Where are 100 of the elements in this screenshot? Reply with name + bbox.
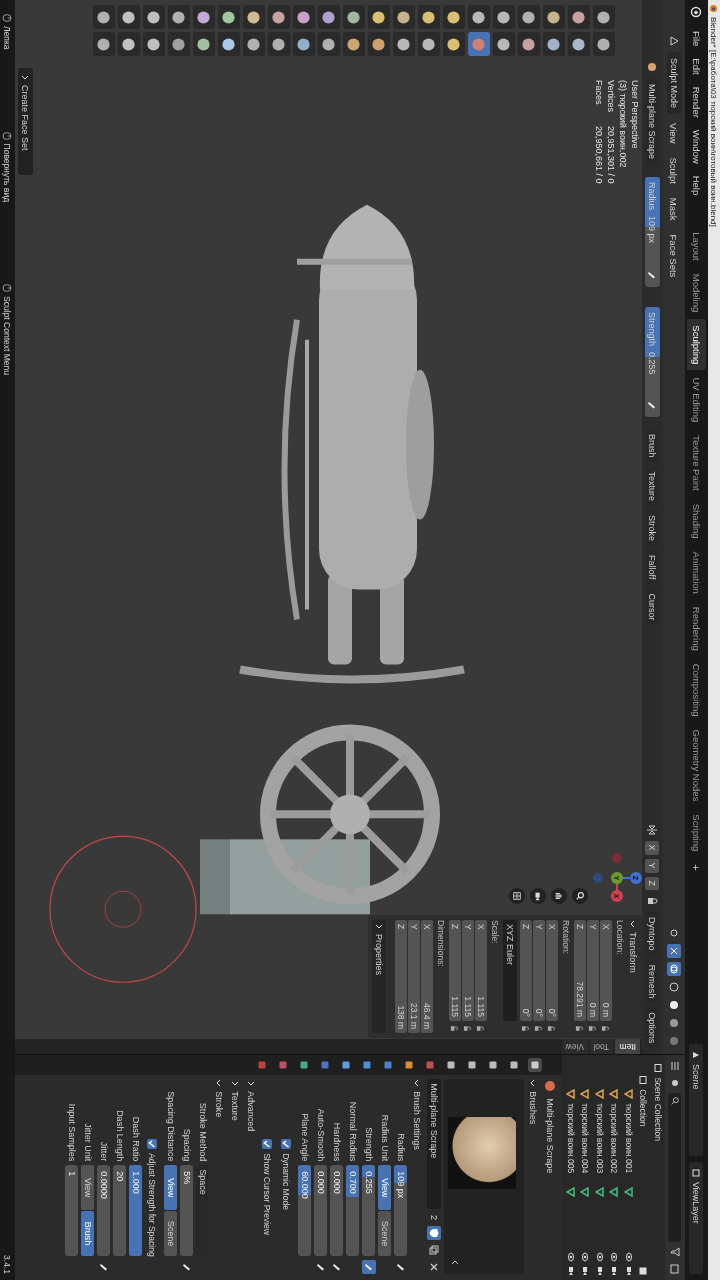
number-field[interactable]: 1 xyxy=(65,1165,79,1256)
search-field[interactable] xyxy=(668,1093,682,1242)
number-field[interactable]: 0.700 xyxy=(346,1165,360,1256)
brush-dropdown[interactable]: Multi-plane Scrape xyxy=(645,78,660,166)
toggle-option[interactable]: View xyxy=(164,1165,178,1211)
toggle-option[interactable]: Scene xyxy=(164,1211,178,1256)
outliner-item[interactable]: Collection xyxy=(638,1089,649,1262)
toggle-option[interactable]: View xyxy=(378,1165,392,1211)
app-logo-icon[interactable] xyxy=(690,6,703,18)
dropdown[interactable]: Space xyxy=(196,1165,210,1256)
editor-type-icon[interactable] xyxy=(667,34,681,48)
lock-icon[interactable] xyxy=(476,1024,486,1033)
toggle-option[interactable]: Scene xyxy=(378,1211,392,1256)
chevron-icon[interactable] xyxy=(629,920,637,928)
number-field[interactable]: 109 px xyxy=(394,1165,408,1256)
symmetry-toggle[interactable]: Y xyxy=(645,858,660,873)
add-workspace-button[interactable]: + xyxy=(688,858,705,877)
zoom-button[interactable] xyxy=(572,888,588,904)
lock-icon[interactable] xyxy=(463,1024,473,1033)
toggle-option[interactable]: View xyxy=(81,1165,95,1211)
workspace-tab[interactable]: UV Editing xyxy=(687,371,706,429)
number-field[interactable]: Y 1.115 xyxy=(462,920,474,1021)
eye-icon[interactable] xyxy=(609,1252,620,1262)
last-operator-panel[interactable]: Create Face Set xyxy=(18,68,33,175)
menu-item[interactable]: Help xyxy=(689,170,704,201)
chevron-icon[interactable] xyxy=(247,1079,255,1088)
lock-icon[interactable] xyxy=(521,1024,531,1033)
number-field[interactable]: Y 0 m xyxy=(587,920,599,1021)
popover-dropdown[interactable]: Texture xyxy=(645,466,660,507)
chevron-icon[interactable] xyxy=(231,1079,239,1088)
new-collection-icon[interactable] xyxy=(668,1262,682,1276)
grid-button[interactable] xyxy=(509,888,525,904)
popover-dropdown[interactable]: Brush xyxy=(645,429,660,463)
number-field[interactable]: Z 0° xyxy=(520,920,532,1021)
gizmo-toggle-icon[interactable] xyxy=(667,944,681,959)
menu-item[interactable]: Window xyxy=(689,124,704,169)
workspace-tab[interactable]: Texture Paint xyxy=(687,429,706,497)
rotation-mode-dropdown[interactable]: XYZ Euler xyxy=(503,920,517,1021)
number-field[interactable]: Y 0° xyxy=(533,920,545,1021)
menu-item[interactable]: File xyxy=(689,26,704,52)
eye-icon[interactable] xyxy=(623,1252,634,1262)
checkbox-icon[interactable] xyxy=(638,1266,649,1276)
workspace-tab[interactable]: Rendering xyxy=(687,600,706,657)
lock-icon[interactable] xyxy=(534,1024,544,1033)
lock-icon[interactable] xyxy=(588,1024,598,1033)
number-field[interactable]: 0.000 xyxy=(330,1165,344,1256)
number-field[interactable]: 60.000 xyxy=(298,1165,312,1256)
subpanel-header[interactable]: Properties xyxy=(372,920,386,1033)
number-field[interactable]: 0.0000 xyxy=(97,1165,111,1256)
camera-button[interactable] xyxy=(530,888,546,904)
duplicate-icon[interactable] xyxy=(427,1243,441,1257)
checkbox[interactable] xyxy=(281,1139,291,1150)
number-field[interactable]: Z 78.291 m xyxy=(574,920,586,1021)
number-field[interactable]: 0.000 xyxy=(314,1165,328,1256)
workspace-tab[interactable]: Shading xyxy=(687,497,706,545)
number-field[interactable]: 1.000 xyxy=(129,1165,143,1256)
menu-item[interactable]: Render xyxy=(689,81,704,123)
brush-name-field[interactable]: Multi-plane Scrape xyxy=(427,1079,441,1209)
3d-viewport[interactable] xyxy=(15,0,642,1055)
number-field[interactable]: 0.255 xyxy=(362,1165,376,1256)
popover-dropdown[interactable]: Cursor xyxy=(645,588,660,626)
symmetry-toggle[interactable]: X xyxy=(645,840,660,855)
number-field[interactable]: 5% xyxy=(180,1165,194,1256)
eye-icon[interactable] xyxy=(565,1252,576,1262)
number-field[interactable]: X 46.4 m xyxy=(421,920,433,1033)
workspace-tab[interactable]: Compositing xyxy=(687,657,706,723)
workspace-tab[interactable]: Scripting xyxy=(687,808,706,858)
chevron-icon[interactable] xyxy=(413,1079,421,1088)
number-field[interactable]: X 0° xyxy=(546,920,558,1021)
overlay-icon[interactable] xyxy=(667,962,681,977)
chevron-icon[interactable] xyxy=(215,1079,223,1088)
lock-icon[interactable] xyxy=(450,1024,460,1033)
user-count[interactable]: 2 xyxy=(429,1212,439,1223)
scene-selector[interactable]: Scene xyxy=(689,1044,704,1156)
chevron-icon[interactable] xyxy=(529,1079,537,1088)
toggle-option[interactable]: Brush xyxy=(81,1211,95,1256)
eye-icon[interactable] xyxy=(594,1252,605,1262)
workspace-tab[interactable]: Geometry Nodes xyxy=(687,723,706,808)
outliner-item[interactable]: тюрский воин.001 xyxy=(623,1103,634,1184)
menu-item[interactable]: View xyxy=(666,118,682,149)
popover-dropdown[interactable]: Dyntopo xyxy=(645,912,660,956)
outliner-item[interactable]: тюрский воин.005 xyxy=(565,1103,576,1184)
number-field[interactable]: X 1.115 xyxy=(475,920,487,1021)
checkbox[interactable] xyxy=(262,1139,272,1150)
number-field[interactable]: 20 xyxy=(113,1165,127,1256)
brush-preview-image[interactable] xyxy=(448,1117,516,1190)
slider-field[interactable]: Strength 0.255 xyxy=(645,307,660,418)
outliner-item[interactable]: Scene Collection xyxy=(652,1077,663,1141)
lock-icon[interactable] xyxy=(601,1024,611,1033)
workspace-tab[interactable]: Animation xyxy=(687,545,706,600)
menu-item[interactable]: Face Sets xyxy=(666,229,682,283)
properties-tab-icon[interactable] xyxy=(528,1058,542,1073)
workspace-tab[interactable]: Layout xyxy=(687,226,706,267)
shield-icon[interactable] xyxy=(427,1226,441,1240)
popover-dropdown[interactable]: Stroke xyxy=(645,510,660,547)
number-field[interactable]: X 0 m xyxy=(600,920,612,1021)
number-field[interactable]: Y 23.1 m xyxy=(408,920,420,1033)
menu-item[interactable]: Sculpt xyxy=(666,152,682,189)
workspace-tab[interactable]: Sculpting xyxy=(687,319,706,371)
number-field[interactable]: Z 138 m xyxy=(395,920,407,1033)
